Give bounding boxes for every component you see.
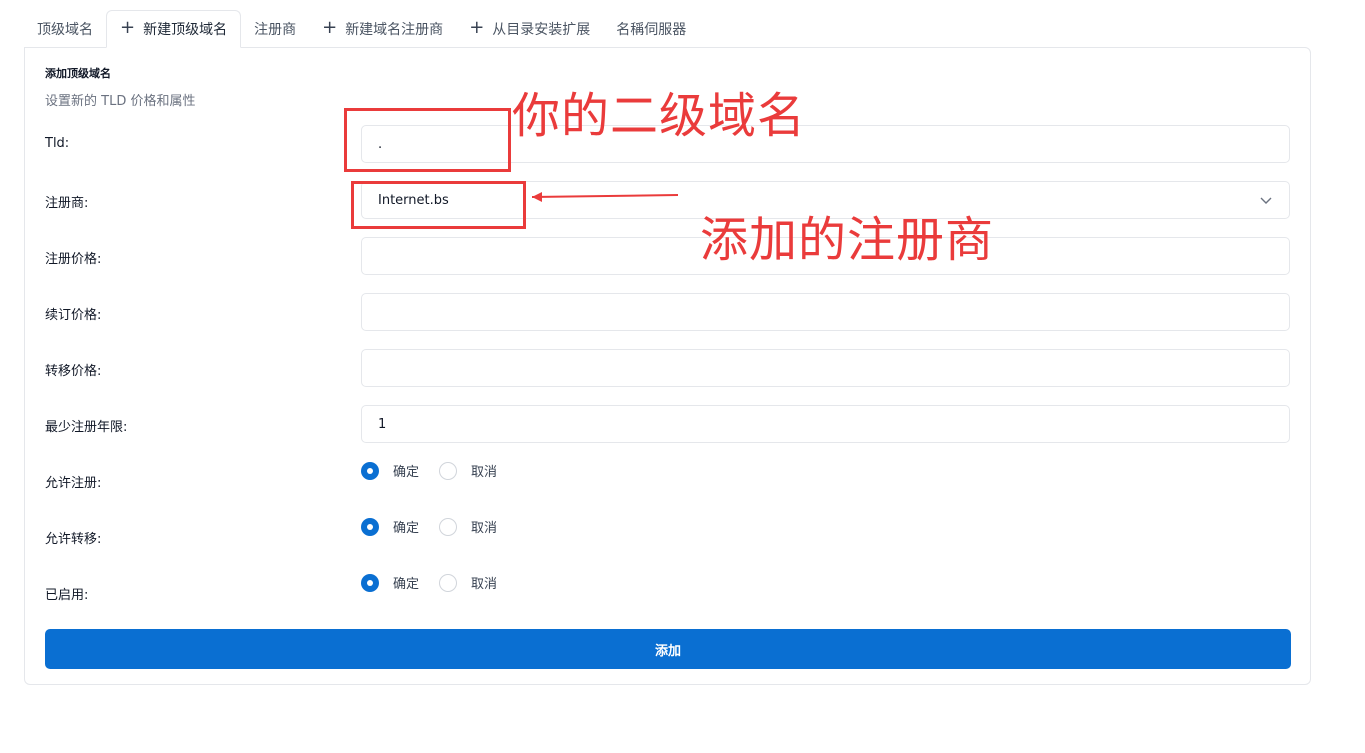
tab-label: 顶级域名 xyxy=(37,22,93,38)
enabled-no-radio[interactable] xyxy=(439,573,458,592)
tab-new-tld[interactable]: + 新建顶级域名 xyxy=(106,10,242,48)
tab-label: 名稱伺服器 xyxy=(616,22,687,38)
plus-icon: + xyxy=(469,17,485,38)
enabled-label: 已启用: xyxy=(45,588,89,603)
radio-yes-label: 确定 xyxy=(393,577,420,592)
tld-label: Tld: xyxy=(45,136,70,151)
register-price-label: 注册价格: xyxy=(45,252,102,267)
tab-bar: 顶级域名 + 新建顶级域名 注册商 + 新建域名注册商 + 从目录安装扩展 名稱… xyxy=(24,8,699,48)
renew-price-input[interactable] xyxy=(361,293,1290,331)
plus-icon: + xyxy=(120,17,136,38)
registrar-annotation: 添加的注册商 xyxy=(700,212,995,268)
allow-register-radio-group: 确定 取消 xyxy=(361,461,517,480)
arrow-icon xyxy=(531,192,679,202)
transfer-price-label: 转移价格: xyxy=(45,364,102,379)
allow-transfer-no-radio[interactable] xyxy=(439,517,458,536)
tld-annotation: 你的二级域名 xyxy=(512,88,807,144)
radio-yes-label: 确定 xyxy=(393,521,420,536)
min-years-value: 1 xyxy=(378,416,387,432)
radio-no-label: 取消 xyxy=(471,465,498,480)
tab-new-registrar[interactable]: + 新建域名注册商 xyxy=(309,10,456,48)
tab-label: 注册商 xyxy=(254,22,297,38)
min-years-label: 最少注册年限: xyxy=(45,420,128,435)
enabled-yes-radio[interactable] xyxy=(361,573,379,592)
registrar-label: 注册商: xyxy=(45,196,89,211)
enabled-radio-group: 确定 取消 xyxy=(361,573,517,592)
allow-transfer-yes-radio[interactable] xyxy=(361,517,379,536)
allow-register-yes-radio[interactable] xyxy=(361,461,379,480)
allow-transfer-label: 允许转移: xyxy=(45,532,102,547)
page: 顶级域名 + 新建顶级域名 注册商 + 新建域名注册商 + 从目录安装扩展 名稱… xyxy=(0,0,1365,753)
tab-registrars[interactable]: 注册商 xyxy=(241,10,309,48)
renew-price-label: 续订价格: xyxy=(45,308,102,323)
tab-tlds[interactable]: 顶级域名 xyxy=(24,10,106,48)
allow-register-label: 允许注册: xyxy=(45,476,102,491)
tab-label: 新建顶级域名 xyxy=(143,22,228,38)
allow-transfer-radio-group: 确定 取消 xyxy=(361,517,517,536)
plus-icon: + xyxy=(322,17,338,38)
chevron-down-icon xyxy=(1260,197,1272,204)
allow-register-no-radio[interactable] xyxy=(439,461,458,480)
min-years-input[interactable]: 1 xyxy=(361,405,1290,443)
tld-highlight-box xyxy=(344,108,511,172)
add-button[interactable]: 添加 xyxy=(45,629,1291,669)
tab-nameservers[interactable]: 名稱伺服器 xyxy=(603,10,699,48)
transfer-price-input[interactable] xyxy=(361,349,1290,387)
tab-label: 新建域名注册商 xyxy=(345,22,444,38)
tab-label: 从目录安装扩展 xyxy=(492,22,591,38)
radio-no-label: 取消 xyxy=(471,577,498,592)
radio-yes-label: 确定 xyxy=(393,465,420,480)
form-subtitle: 设置新的 TLD 价格和属性 xyxy=(45,94,196,109)
tab-install-extension[interactable]: + 从目录安装扩展 xyxy=(456,10,603,48)
registrar-highlight-box xyxy=(351,181,526,229)
radio-no-label: 取消 xyxy=(471,521,498,536)
form-title: 添加顶级域名 xyxy=(45,67,111,80)
